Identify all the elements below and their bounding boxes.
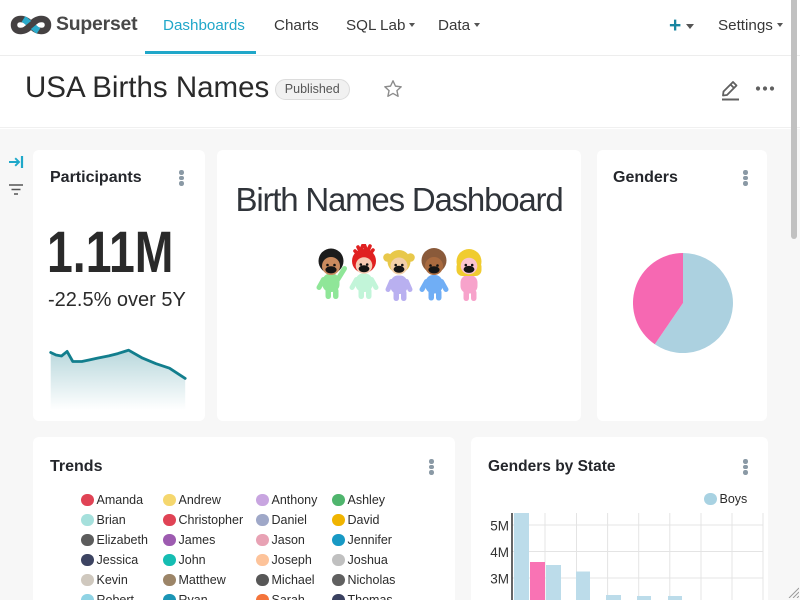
svg-text:3M: 3M [490, 572, 509, 587]
svg-text:4M: 4M [490, 545, 509, 560]
svg-text:5M: 5M [490, 519, 509, 534]
